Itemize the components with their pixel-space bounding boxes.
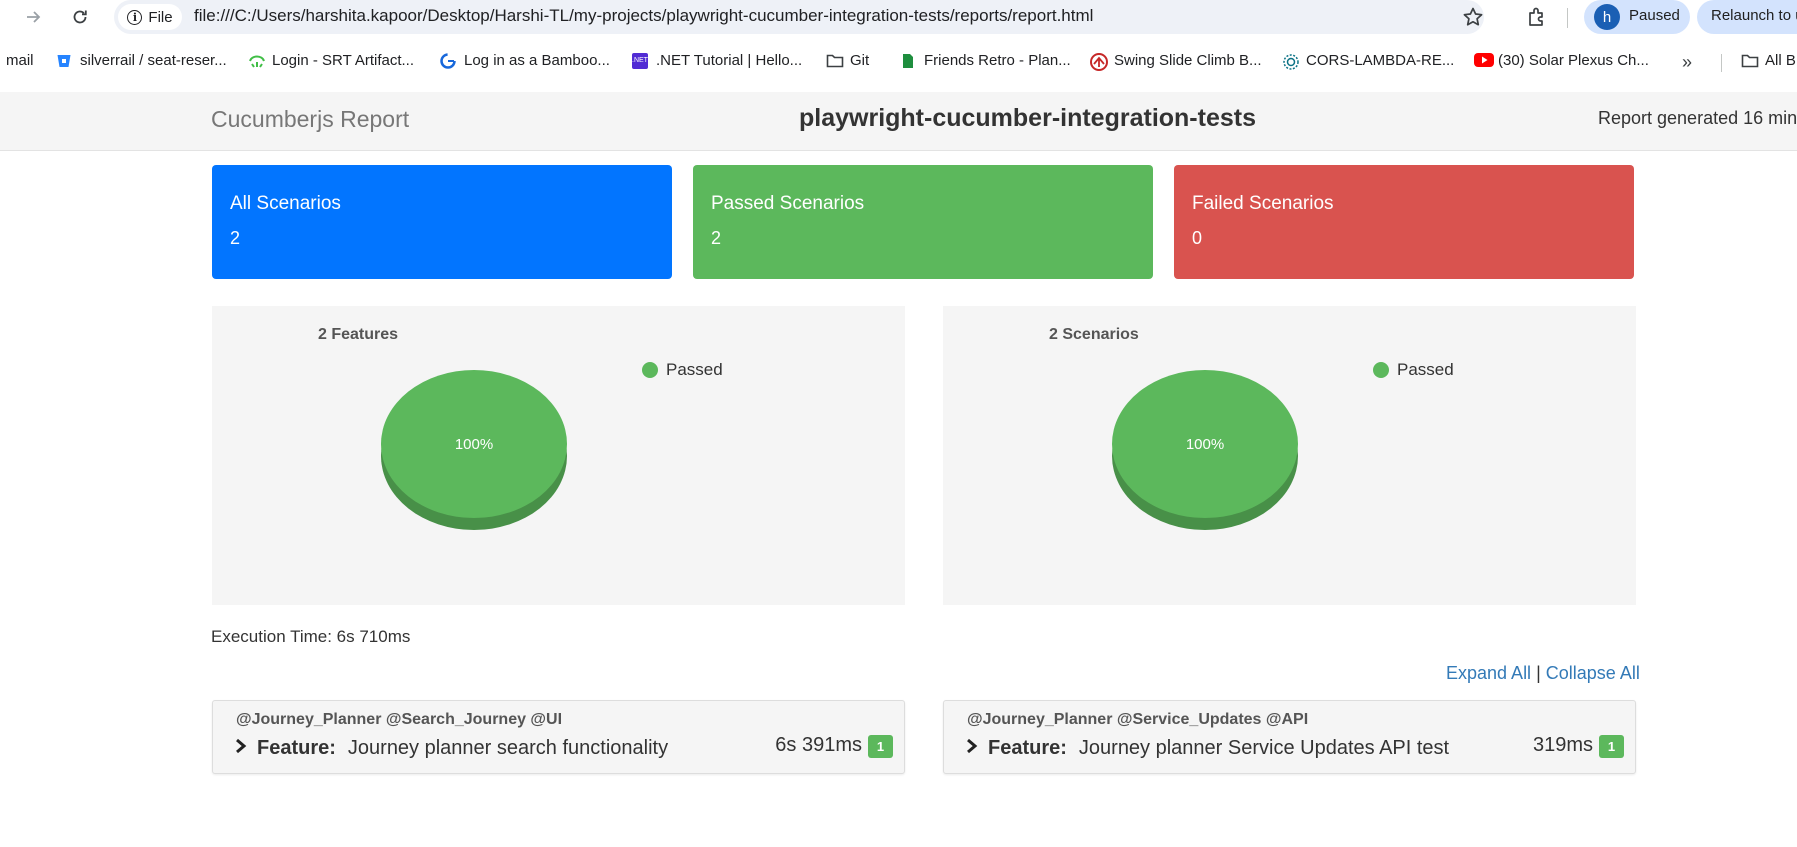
forward-icon[interactable]: [20, 4, 48, 30]
feature-tags: @Journey_Planner @Service_Updates @API: [967, 711, 1309, 728]
bookmarks-bar: mail silverrail / seat-reser... Login - …: [0, 46, 1797, 78]
feature-duration: 319ms: [1532, 734, 1593, 756]
site-info-chip[interactable]: i File: [118, 4, 182, 30]
bookmark-label: Friends Retro - Plan...: [924, 52, 1071, 69]
file-label: File: [148, 8, 173, 26]
passed-scenarios-count: 2: [711, 228, 722, 248]
bookmark-star-icon[interactable]: [1462, 6, 1484, 33]
relaunch-label: Relaunch to u: [1711, 7, 1797, 24]
failed-scenarios-label: Failed Scenarios: [1192, 193, 1334, 214]
bookmark-label: CORS-LAMBDA-RE...: [1306, 52, 1455, 69]
chevron-right-icon[interactable]: [966, 737, 978, 760]
chevron-right-icon[interactable]: [235, 737, 247, 760]
info-icon: i: [127, 9, 143, 25]
expand-collapse-links: Expand All | Collapse All: [1446, 663, 1640, 684]
relaunch-button[interactable]: Relaunch to u: [1697, 0, 1797, 34]
passed-count-badge: 1: [1599, 735, 1624, 758]
bookmark-all-bookmarks[interactable]: All B: [1741, 52, 1796, 69]
feature-name: Journey planner Service Updates API test: [1078, 737, 1450, 759]
folder-icon: [826, 53, 844, 69]
collapse-all-link[interactable]: Collapse All: [1546, 663, 1640, 683]
feature-heading[interactable]: Feature: Journey planner Service Updates…: [966, 737, 1449, 760]
bookmark-label: All B: [1765, 52, 1796, 69]
more-bookmarks-icon[interactable]: »: [1682, 52, 1692, 73]
page-title: playwright-cucumber-integration-tests: [799, 104, 1256, 132]
report-generated-text: Report generated 16 minu: [1598, 108, 1797, 128]
folder-icon: [1741, 53, 1759, 69]
all-scenarios-count: 2: [230, 228, 241, 248]
extensions-icon[interactable]: [1525, 5, 1549, 34]
bookmark-bitbucket[interactable]: silverrail / seat-reser...: [56, 52, 227, 69]
url-text[interactable]: file:///C:/Users/harshita.kapoor/Desktop…: [194, 6, 1093, 26]
swing-icon: [1090, 52, 1108, 71]
scenarios-pie-chart[interactable]: 100%: [943, 306, 1636, 605]
avatar: h: [1594, 4, 1620, 30]
scenarios-chart-panel: 2 Scenarios Passed 100%: [943, 306, 1636, 605]
pie-slice-label: 100%: [1186, 436, 1224, 453]
execution-time: Execution Time: 6s 710ms: [211, 627, 411, 646]
toolbar-divider: [1567, 8, 1568, 28]
bookmark-mail[interactable]: mail: [6, 52, 34, 69]
feature-keyword: Feature:: [988, 737, 1067, 759]
bookmark-jfrog[interactable]: Login - SRT Artifact...: [248, 52, 414, 69]
all-scenarios-card: All Scenarios 2: [212, 165, 672, 279]
bitbucket-icon: [56, 53, 72, 69]
feature-heading[interactable]: Feature: Journey planner search function…: [235, 737, 668, 760]
cors-icon: [1282, 53, 1299, 70]
bookmark-label: silverrail / seat-reser...: [80, 52, 227, 69]
bookmark-label: Swing Slide Climb B...: [1114, 52, 1262, 69]
bookmark-label: Login - SRT Artifact...: [272, 52, 415, 69]
bookmark-label: (30) Solar Plexus Ch...: [1498, 52, 1649, 69]
reload-icon[interactable]: [66, 4, 94, 30]
feature-panel-service-updates[interactable]: @Journey_Planner @Service_Updates @API F…: [943, 700, 1636, 774]
bookmark-label: Log in as a Bamboo...: [464, 52, 610, 69]
feature-name: Journey planner search functionality: [347, 737, 669, 759]
jfrog-icon: [248, 53, 265, 69]
report-brand[interactable]: Cucumberjs Report: [211, 106, 409, 133]
feature-tags: @Journey_Planner @Search_Journey @UI: [236, 711, 563, 728]
bookmark-bamboo[interactable]: Log in as a Bamboo...: [440, 52, 610, 69]
bookmark-folder-git[interactable]: Git: [826, 52, 869, 69]
pie-slice-label: 100%: [455, 436, 493, 453]
bookmark-label: .NET Tutorial | Hello...: [656, 52, 803, 69]
bookmarks-divider: [1721, 54, 1722, 72]
bookmark-label: mail: [6, 52, 34, 69]
profile-status: Paused: [1629, 7, 1680, 24]
expand-all-link[interactable]: Expand All: [1446, 663, 1531, 683]
failed-scenarios-count: 0: [1192, 228, 1203, 248]
feature-panel-search-journey[interactable]: @Journey_Planner @Search_Journey @UI Fea…: [212, 700, 905, 774]
bookmark-swing-slide[interactable]: Swing Slide Climb B...: [1090, 52, 1262, 71]
bookmark-youtube[interactable]: (30) Solar Plexus Ch...: [1474, 52, 1649, 69]
passed-scenarios-label: Passed Scenarios: [711, 193, 865, 214]
feature-keyword: Feature:: [257, 737, 336, 759]
bamboo-icon: [440, 52, 456, 69]
passed-count-badge: 1: [868, 735, 893, 758]
retro-icon: [900, 53, 916, 69]
passed-scenarios-card: Passed Scenarios 2: [693, 165, 1153, 279]
bookmark-friends-retro[interactable]: Friends Retro - Plan...: [900, 52, 1071, 69]
failed-scenarios-card: Failed Scenarios 0: [1174, 165, 1634, 279]
all-scenarios-label: All Scenarios: [230, 193, 341, 214]
feature-duration: 6s 391ms: [775, 734, 862, 756]
youtube-icon: [1474, 52, 1494, 69]
features-chart-panel: 2 Features Passed 100%: [212, 306, 905, 605]
dotnet-icon: .NET: [632, 52, 648, 69]
bookmark-label: Git: [850, 52, 870, 69]
features-pie-chart[interactable]: 100%: [212, 306, 905, 605]
browser-toolbar: i File file:///C:/Users/harshita.kapoor/…: [0, 0, 1797, 34]
bookmark-dotnet[interactable]: .NET .NET Tutorial | Hello...: [632, 52, 802, 69]
bookmark-cors[interactable]: CORS-LAMBDA-RE...: [1282, 52, 1455, 70]
link-separator: |: [1536, 663, 1541, 683]
